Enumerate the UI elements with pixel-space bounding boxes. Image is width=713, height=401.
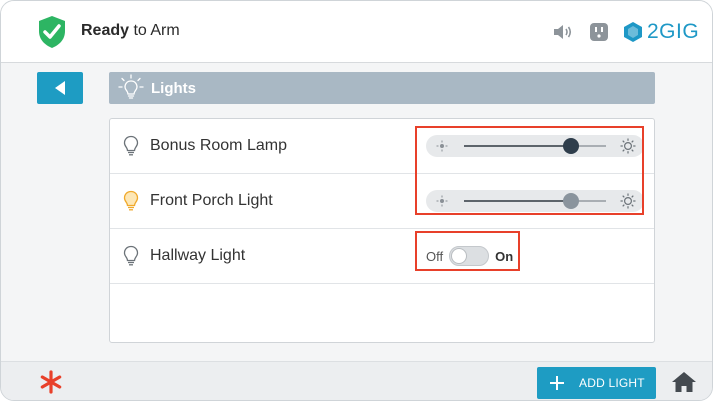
speaker-icon[interactable] [551, 20, 575, 44]
home-icon[interactable] [671, 370, 697, 394]
switch-highlight-box [415, 231, 520, 271]
lightbulb-off-icon [123, 245, 139, 266]
empty-row [110, 284, 654, 342]
brand-logo: 2GIG [623, 17, 699, 47]
light-name: Hallway Light [150, 247, 246, 264]
brand-logo-icon [624, 22, 642, 42]
add-light-button[interactable]: ADD LIGHT [537, 367, 656, 399]
brand-name: 2GIG [647, 20, 700, 43]
arm-status-bold: Ready [81, 22, 130, 39]
lightbulb-on-icon [123, 190, 139, 211]
main-content: Lights Bonus Room Lamp Front Porch Light… [1, 63, 712, 361]
bottom-bar: ADD LIGHT [1, 361, 712, 400]
light-name: Front Porch Light [150, 192, 273, 209]
lightbulb-icon [118, 74, 144, 99]
outlet-icon[interactable] [587, 20, 611, 44]
top-status-bar: Ready to Arm 2GIG [1, 1, 712, 63]
light-row-hallway-light: Hallway Light Off On [110, 229, 654, 284]
lightbulb-off-icon [123, 135, 139, 156]
light-name: Bonus Room Lamp [150, 137, 287, 154]
page-title-bar: Lights [109, 72, 655, 104]
plus-icon [550, 376, 564, 390]
back-button[interactable] [37, 72, 83, 104]
page-title: Lights [151, 79, 196, 97]
back-arrow-icon [55, 81, 65, 95]
arm-status-text[interactable]: Ready to Arm [81, 22, 180, 40]
emergency-asterisk-icon[interactable] [39, 370, 63, 394]
moon-icon[interactable] [517, 20, 541, 44]
shield-check-icon[interactable] [37, 15, 67, 49]
add-light-label: ADD LIGHT [579, 376, 645, 390]
dimmer-highlight-box [415, 126, 644, 215]
app-frame: Ready to Arm 2GIG Lights Bonus Room Lamp… [0, 0, 713, 401]
arm-status-rest: to Arm [129, 22, 180, 39]
